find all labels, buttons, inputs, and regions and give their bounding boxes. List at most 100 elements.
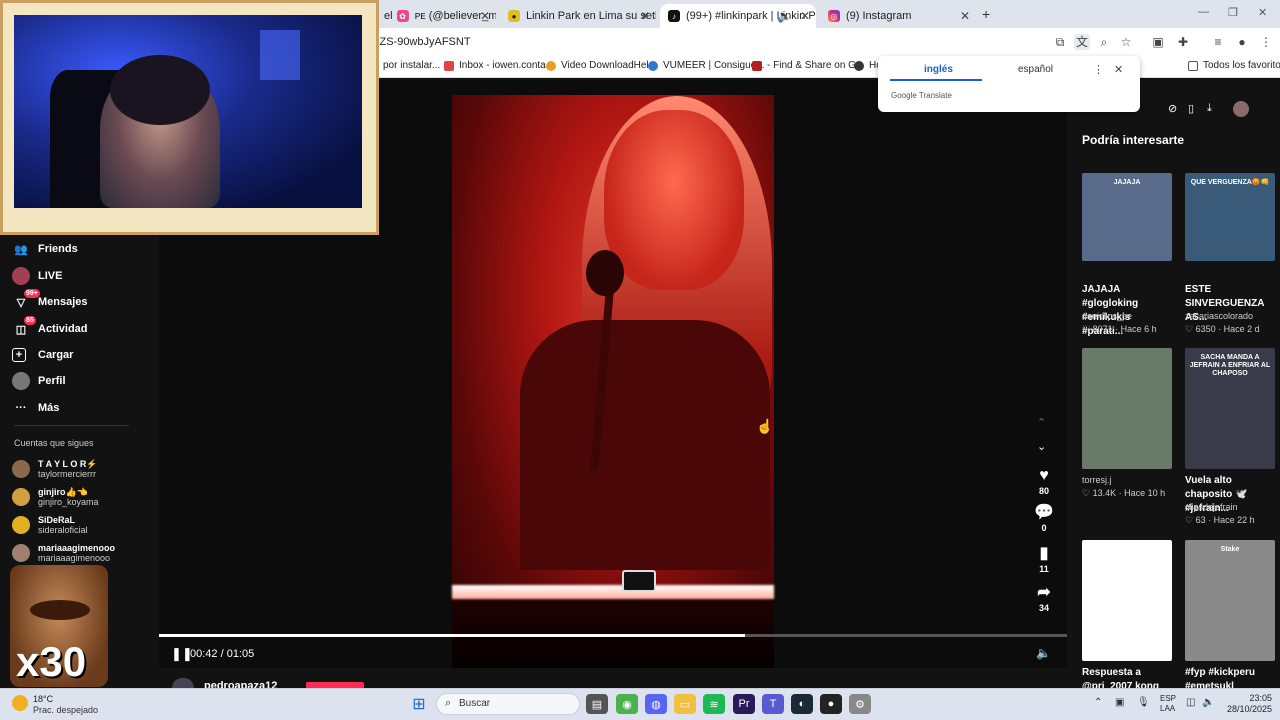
avatar: [12, 460, 30, 478]
all-bookmarks[interactable]: Todos los favoritos: [1188, 60, 1280, 71]
menu-icon[interactable]: ⋮: [1258, 34, 1274, 50]
discord-icon[interactable]: ◍: [645, 694, 667, 714]
video-thumbnail[interactable]: [1082, 348, 1172, 469]
task-view-icon[interactable]: ▤: [586, 694, 608, 714]
file-explorer-icon[interactable]: ▭: [674, 694, 696, 714]
phone-icon[interactable]: ▯: [1188, 102, 1194, 115]
author-name[interactable]: pedroapaza12: [204, 680, 277, 688]
webcam-content: [110, 55, 210, 125]
prev-video-icon[interactable]: ⌃: [1037, 416, 1046, 429]
close-icon[interactable]: ✕: [640, 9, 650, 23]
playlist-icon[interactable]: ≡: [1210, 34, 1226, 50]
following-item[interactable]: T A Y L O R⚡ taylormercierrr: [12, 456, 98, 482]
comment-button[interactable]: 💬 0: [1030, 503, 1058, 533]
volume-icon[interactable]: 🔈: [1202, 697, 1214, 708]
video-thumbnail[interactable]: JAJAJA: [1082, 173, 1172, 261]
video-content: [520, 320, 770, 570]
zoom-icon[interactable]: ⌕: [1096, 34, 1112, 50]
weather-temp[interactable]: 18°C: [33, 694, 53, 704]
settings-icon[interactable]: ⚙: [849, 694, 871, 714]
microphone-icon[interactable]: 🎙: [1137, 697, 1150, 708]
video-thumbnail[interactable]: Stake: [1185, 540, 1275, 661]
next-video-icon[interactable]: ⌄: [1037, 440, 1046, 453]
bookmark-item[interactable]: Inbox - iowen.conta...: [444, 60, 554, 71]
close-icon[interactable]: ✕: [1114, 63, 1123, 76]
account-icon[interactable]: ●: [1234, 34, 1250, 50]
network-icon[interactable]: ◫: [1186, 697, 1195, 708]
tab-believer[interactable]: el ✿ ᴘᴇ (@believer_mads ✕: [376, 4, 496, 28]
maximize-icon[interactable]: ❐: [1228, 6, 1238, 19]
compass-icon[interactable]: ⊘: [1168, 102, 1177, 115]
bookmark-item[interactable]: - Find & Share on G...: [752, 60, 864, 71]
volume-icon[interactable]: 🔈: [1036, 646, 1051, 660]
sidebar-item-more[interactable]: ··· Más: [12, 397, 60, 419]
sidebar-item-messages[interactable]: ▽ 99+ Mensajes: [12, 289, 88, 313]
more-options-icon[interactable]: ⋮: [1093, 63, 1104, 76]
steam-icon[interactable]: ◐: [791, 694, 813, 714]
following-item[interactable]: mariaaagimenooo mariaaagimenooo: [12, 540, 115, 566]
spotify-icon[interactable]: ≋: [703, 694, 725, 714]
window-close-icon[interactable]: ✕: [1258, 6, 1267, 19]
windows-start-icon[interactable]: ⊞: [408, 694, 430, 714]
chevron-up-icon[interactable]: ⌃: [1094, 697, 1102, 708]
bookmark-item[interactable]: VUMEER | Consigue...: [648, 60, 765, 71]
lang-to-tab[interactable]: español: [1018, 64, 1053, 75]
video-thumbnail[interactable]: QUE VERGUENZA😡👊: [1185, 173, 1275, 261]
download-helper-icon: [546, 60, 556, 71]
taskbar-search[interactable]: [436, 693, 580, 715]
star-icon[interactable]: ☆: [1118, 34, 1134, 50]
gmail-icon: [444, 60, 454, 71]
sidebar-item-label: Cargar: [38, 349, 74, 361]
lang-indicator[interactable]: ESP: [1160, 694, 1176, 703]
tab-instagram[interactable]: ◎ (9) Instagram ✕: [820, 4, 976, 28]
premiere-icon[interactable]: Pr: [733, 694, 755, 714]
speaker-icon[interactable]: 🔈: [777, 9, 792, 23]
close-icon[interactable]: ✕: [480, 9, 490, 23]
video-author[interactable]: zacariascolorado: [1185, 311, 1253, 321]
lang-from-tab[interactable]: inglés: [924, 64, 953, 75]
tab-tiktok[interactable]: ♪ (99+) #linkinpark | Linkin Pa 🔈 ✕: [660, 4, 816, 28]
video-author[interactable]: torresj.j: [1082, 475, 1112, 485]
sidebar-item-upload[interactable]: + Cargar: [12, 344, 73, 366]
new-tab-icon[interactable]: +: [982, 6, 990, 22]
sidebar-item-friends[interactable]: 👥 Friends: [12, 238, 78, 260]
following-item[interactable]: SiDeRaL sideraloficial: [12, 512, 88, 538]
download-icon[interactable]: ⤓: [1207, 102, 1212, 115]
sidebar-item-activity[interactable]: ◫ 85 Actividad: [12, 316, 88, 340]
video-time: 00:42 / 01:05: [190, 648, 255, 660]
teams-icon[interactable]: T: [762, 694, 784, 714]
bookmark-item[interactable]: Video DownloadHel...: [546, 60, 657, 71]
save-button[interactable]: ▮ 11: [1030, 544, 1058, 574]
video-thumbnail[interactable]: [1082, 540, 1172, 661]
video-author[interactable]: daniclips_pe: [1082, 311, 1132, 321]
sidebar-item-live[interactable]: LIVE: [12, 265, 62, 287]
following-handle: ginjiro_koyama: [38, 497, 99, 507]
video-author[interactable]: clipsdejefrain: [1185, 502, 1238, 512]
clock-time[interactable]: 23:05: [1222, 693, 1272, 703]
cast-icon[interactable]: ⧉: [1052, 34, 1068, 50]
sidebar-item-profile[interactable]: Perfil: [12, 370, 66, 392]
following-item[interactable]: ginjiro👍👈 ginjiro_koyama: [12, 484, 99, 510]
extension-icon[interactable]: ▣: [1150, 34, 1166, 50]
obs-icon[interactable]: ●: [820, 694, 842, 714]
sidebar-item-label: Perfil: [38, 375, 66, 387]
thumbnail-caption: JAJAJA: [1113, 179, 1141, 186]
puzzle-icon[interactable]: ✚: [1175, 34, 1191, 50]
close-icon[interactable]: ✕: [960, 9, 970, 23]
comment-icon: 💬: [1034, 504, 1054, 521]
sidebar-item-label: Actividad: [38, 323, 88, 335]
share-button[interactable]: ➦ 34: [1030, 583, 1058, 613]
url-field[interactable]: t=ZS-90wbJyAFSNT: [370, 32, 1050, 52]
video-thumbnail[interactable]: SACHA MANDA A JEFRAIN A ENFRIAR AL CHAPO…: [1185, 348, 1275, 469]
translate-icon[interactable]: 文: [1074, 34, 1090, 50]
like-button[interactable]: ♥ 80: [1030, 466, 1058, 496]
bookmark-label: por instalar...: [383, 60, 441, 71]
close-icon[interactable]: ✕: [800, 9, 810, 23]
tab-linkin-lima[interactable]: ● Linkin Park en Lima su setlist de ✕: [500, 4, 656, 28]
minimize-icon[interactable]: —: [1198, 6, 1209, 18]
chrome-icon[interactable]: ◉: [616, 694, 638, 714]
bookmark-item[interactable]: por instalar...: [383, 60, 440, 71]
avatar[interactable]: [1233, 101, 1249, 117]
share-icon: ➦: [1037, 584, 1051, 601]
tray-app-icon[interactable]: ▣: [1115, 697, 1124, 708]
